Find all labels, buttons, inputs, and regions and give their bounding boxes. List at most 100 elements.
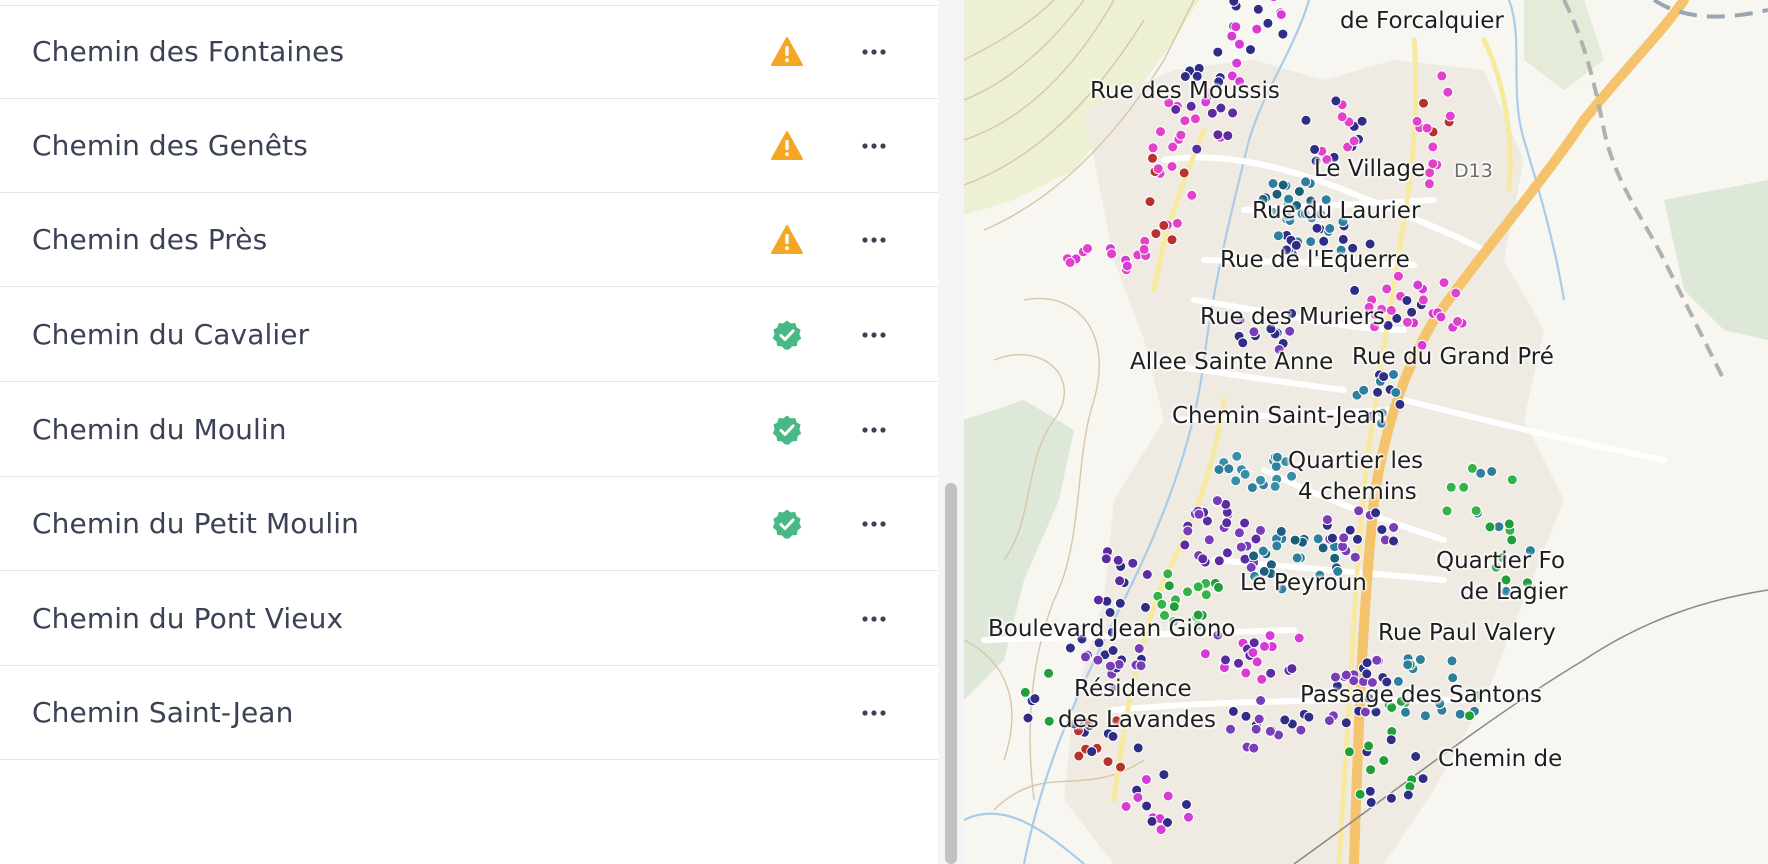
address-point[interactable]	[1352, 533, 1363, 545]
address-point[interactable]	[1112, 554, 1124, 566]
address-point[interactable]	[1441, 505, 1453, 517]
address-point[interactable]	[1458, 481, 1470, 493]
address-point[interactable]	[1133, 643, 1145, 654]
address-point[interactable]	[1102, 756, 1114, 768]
address-point[interactable]	[1250, 723, 1262, 735]
address-point[interactable]	[1259, 640, 1270, 652]
address-point[interactable]	[1338, 532, 1350, 544]
address-point[interactable]	[1212, 129, 1224, 141]
address-point[interactable]	[1255, 695, 1267, 706]
address-point[interactable]	[1138, 243, 1150, 255]
address-point[interactable]	[1132, 742, 1144, 754]
address-point[interactable]	[1120, 801, 1132, 812]
address-point[interactable]	[1029, 693, 1041, 705]
street-row[interactable]: Chemin des Genêts	[0, 99, 938, 193]
address-point[interactable]	[1293, 632, 1305, 644]
address-point[interactable]	[1247, 647, 1259, 659]
address-point[interactable]	[1330, 95, 1342, 107]
address-point[interactable]	[1406, 306, 1418, 318]
address-point[interactable]	[1251, 23, 1263, 35]
address-point[interactable]	[1421, 122, 1433, 134]
address-point[interactable]	[1231, 450, 1243, 462]
address-point[interactable]	[1221, 547, 1233, 559]
address-point[interactable]	[1484, 521, 1496, 533]
address-point[interactable]	[1171, 217, 1183, 229]
address-point[interactable]	[1183, 811, 1194, 823]
address-point[interactable]	[1470, 505, 1482, 517]
address-point[interactable]	[1454, 708, 1466, 720]
address-point[interactable]	[1248, 742, 1260, 754]
address-point[interactable]	[1321, 514, 1333, 526]
address-point[interactable]	[1250, 533, 1262, 545]
address-point[interactable]	[1082, 243, 1093, 254]
address-point[interactable]	[1226, 30, 1238, 42]
street-row[interactable]: Chemin Saint-Jean	[0, 666, 938, 760]
address-point[interactable]	[1080, 651, 1091, 663]
address-point[interactable]	[1365, 764, 1377, 776]
address-point[interactable]	[1107, 645, 1119, 656]
address-point[interactable]	[1230, 475, 1242, 487]
address-point[interactable]	[1141, 800, 1153, 812]
address-point[interactable]	[1167, 141, 1179, 153]
address-point[interactable]	[1152, 163, 1164, 175]
address-point[interactable]	[1475, 467, 1487, 479]
address-point[interactable]	[1503, 518, 1515, 530]
address-point[interactable]	[1340, 717, 1352, 729]
address-point[interactable]	[1365, 796, 1377, 808]
more-options-button[interactable]	[855, 129, 895, 163]
address-point[interactable]	[1264, 725, 1276, 737]
address-point[interactable]	[1043, 667, 1055, 679]
address-point[interactable]	[1182, 586, 1193, 598]
address-point[interactable]	[1349, 284, 1361, 296]
address-point[interactable]	[1186, 189, 1198, 201]
address-point[interactable]	[1234, 38, 1245, 50]
street-row[interactable]: Chemin du Moulin	[0, 383, 938, 477]
address-point[interactable]	[1092, 654, 1104, 666]
address-point[interactable]	[1203, 534, 1215, 546]
address-point[interactable]	[1264, 630, 1276, 642]
address-point[interactable]	[1385, 304, 1397, 316]
street-row[interactable]: Chemin du Cavalier	[0, 288, 938, 382]
address-point[interactable]	[1248, 637, 1260, 649]
address-point[interactable]	[1361, 657, 1373, 669]
address-point[interactable]	[1435, 311, 1447, 323]
address-point[interactable]	[1019, 686, 1031, 698]
address-point[interactable]	[1402, 789, 1414, 801]
address-point[interactable]	[1417, 773, 1429, 785]
address-point[interactable]	[1323, 715, 1335, 727]
address-point[interactable]	[1412, 279, 1424, 291]
address-point[interactable]	[1388, 535, 1399, 547]
map-view[interactable]: de Forcalquier Rue des Moussis Le Villag…	[964, 0, 1768, 864]
address-point[interactable]	[1147, 142, 1159, 154]
address-point[interactable]	[1206, 107, 1218, 119]
address-point[interactable]	[1240, 667, 1252, 679]
address-point[interactable]	[1022, 712, 1034, 724]
address-point[interactable]	[1300, 114, 1312, 126]
address-point[interactable]	[1113, 658, 1125, 670]
address-point[interactable]	[1371, 654, 1383, 666]
address-point[interactable]	[1192, 581, 1204, 593]
address-point[interactable]	[1372, 386, 1384, 398]
address-point[interactable]	[1401, 316, 1413, 328]
more-options-button[interactable]	[855, 696, 895, 730]
address-point[interactable]	[1340, 669, 1352, 681]
address-point[interactable]	[1427, 158, 1439, 170]
address-point[interactable]	[1155, 126, 1166, 138]
address-point[interactable]	[1414, 654, 1426, 665]
address-point[interactable]	[1246, 482, 1258, 494]
address-point[interactable]	[1227, 705, 1239, 717]
address-point[interactable]	[1293, 186, 1305, 197]
address-point[interactable]	[1402, 659, 1414, 671]
address-point[interactable]	[1378, 755, 1390, 766]
address-point[interactable]	[1303, 711, 1315, 723]
address-point[interactable]	[1114, 597, 1126, 609]
address-point[interactable]	[1064, 257, 1076, 268]
address-point[interactable]	[1309, 143, 1321, 155]
address-point[interactable]	[1358, 384, 1370, 396]
address-point[interactable]	[1227, 107, 1239, 119]
address-point[interactable]	[1182, 525, 1194, 537]
address-point[interactable]	[1163, 580, 1175, 592]
address-point[interactable]	[1212, 46, 1224, 58]
address-point[interactable]	[1132, 792, 1144, 803]
address-point[interactable]	[1270, 460, 1282, 472]
